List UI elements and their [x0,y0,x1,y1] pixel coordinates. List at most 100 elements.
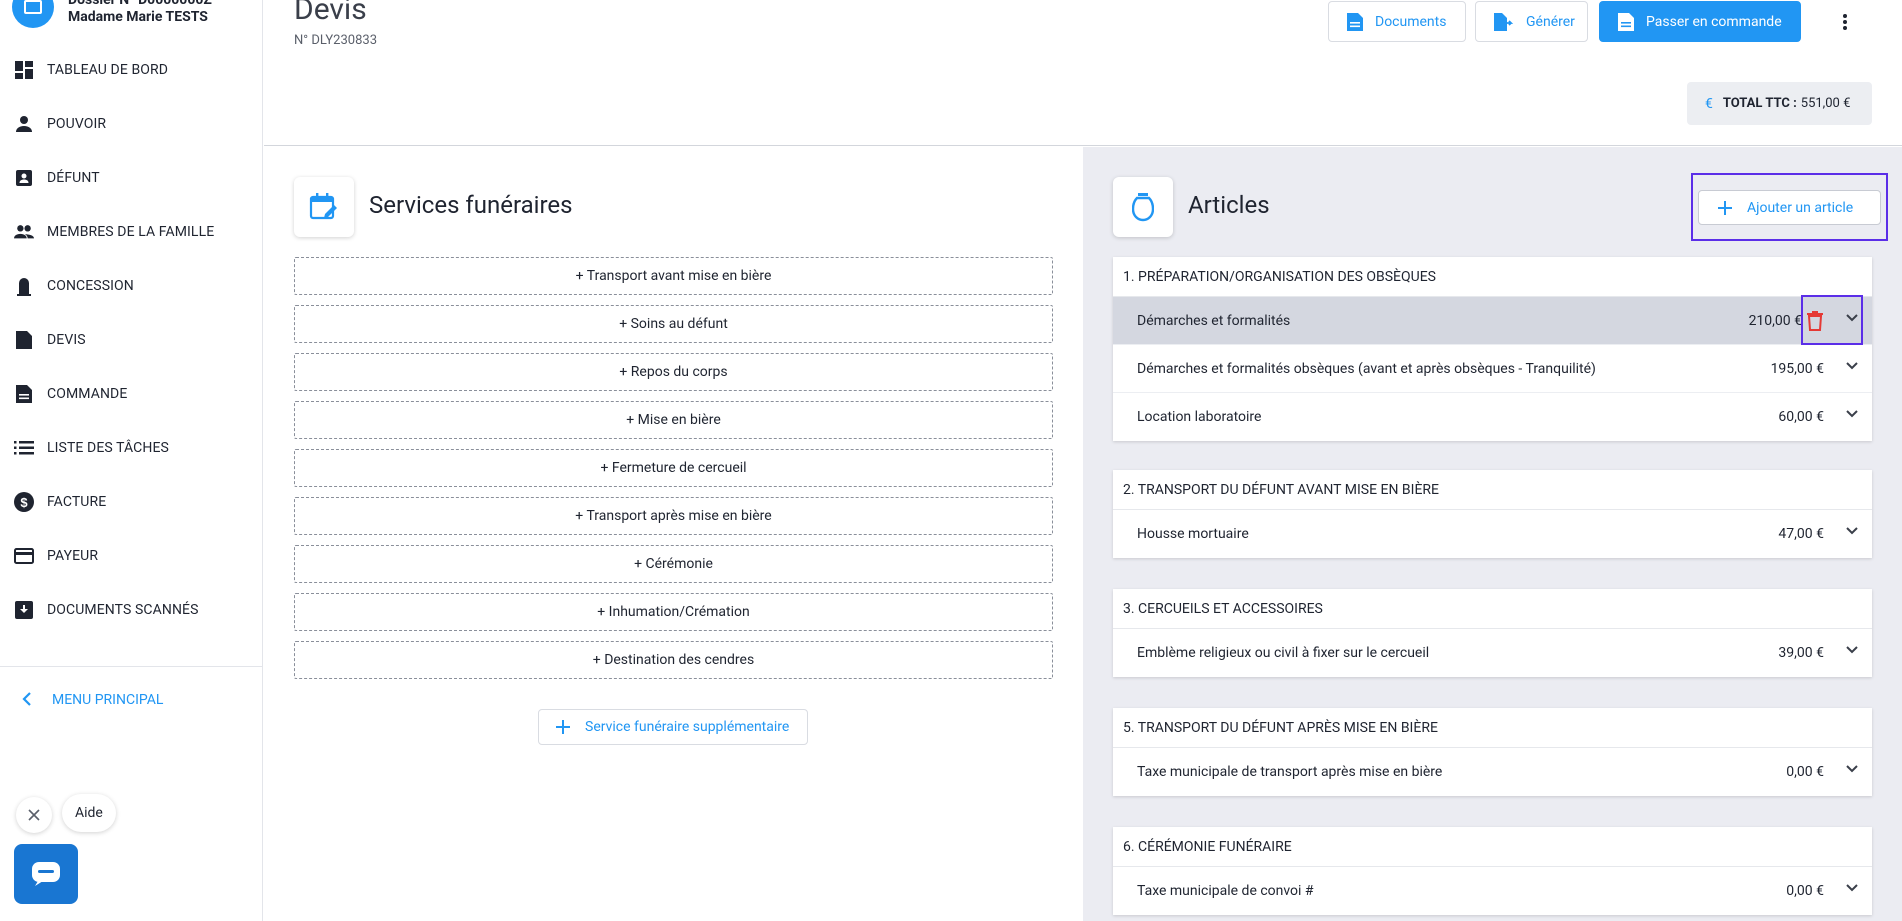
services-panel: Services funéraires + Transport avant mi… [264,147,1083,921]
tombstone-icon [14,276,34,296]
sidebar-item-membres[interactable]: MEMBRES DE LA FAMILLE [0,212,263,252]
article-group-title: 5. TRANSPORT DU DÉFUNT APRÈS MISE EN BIÈ… [1113,708,1872,748]
sidebar-item-commande[interactable]: COMMANDE [0,374,263,414]
close-icon [28,809,40,821]
article-price: 60,00 € [1778,409,1824,425]
service-row[interactable]: + Destination des cendres [294,641,1053,679]
article-group-title: 6. CÉRÉMONIE FUNÉRAIRE [1113,827,1872,867]
documents-button[interactable]: Documents [1328,1,1466,42]
total-label: TOTAL TTC : [1722,96,1797,111]
add-service-button[interactable]: Service funéraire supplémentaire [538,709,808,745]
sidebar-item-defunt[interactable]: DÉFUNT [0,158,263,198]
article-name: Housse mortuaire [1137,526,1249,542]
contact-card-icon [14,168,34,188]
articles-panel: Articles Ajouter un article 1. PRÉPARATI… [1083,147,1902,921]
article-name: Taxe municipale de convoi # [1137,883,1314,899]
page-header: Devis N° DLY230833 Documents Générer Pas… [264,0,1902,146]
sidebar-item-label: PAYEUR [47,548,99,564]
service-row[interactable]: + Transport avant mise en bière [294,257,1053,295]
help-label: Aide [62,794,116,832]
chevron-down-icon[interactable] [1846,362,1858,370]
article-row[interactable]: Démarches et formalités 210,00 € [1113,295,1872,345]
article-row[interactable]: Taxe municipale de convoi # 0,00 € [1113,867,1872,915]
service-row[interactable]: + Transport après mise en bière [294,497,1053,535]
service-row[interactable]: + Mise en bière [294,401,1053,439]
sidebar-item-taches[interactable]: LISTE DES TÂCHES [0,428,263,468]
service-row[interactable]: + Fermeture de cercueil [294,449,1053,487]
sidebar-item-label: POUVOIR [47,116,107,132]
passer-en-commande-button[interactable]: Passer en commande [1599,1,1801,42]
article-group: 5. TRANSPORT DU DÉFUNT APRÈS MISE EN BIÈ… [1113,708,1872,796]
article-group: 3. CERCUEILS ET ACCESSOIRES Emblème reli… [1113,589,1872,677]
more-options-button[interactable] [1831,8,1859,36]
documents-label: Documents [1375,13,1447,30]
service-row[interactable]: + Inhumation/Crémation [294,593,1053,631]
chevron-down-icon[interactable] [1846,884,1858,892]
service-row[interactable]: + Cérémonie [294,545,1053,583]
sidebar-item-pouvoir[interactable]: POUVOIR [0,104,263,144]
generer-button[interactable]: Générer [1475,1,1588,42]
generer-label: Générer [1526,13,1575,30]
article-group-title: 2. TRANSPORT DU DÉFUNT AVANT MISE EN BIÈ… [1113,470,1872,510]
sidebar-item-concession[interactable]: CONCESSION [0,266,263,306]
sidebar-item-facture[interactable]: $ FACTURE [0,482,263,522]
archive-icon [14,600,34,620]
user-name: Madame Marie TESTS [68,9,208,25]
article-name: Location laboratoire [1137,409,1262,425]
euro-icon: € [1705,95,1713,112]
add-article-button[interactable]: Ajouter un article [1698,190,1881,225]
sidebar: Dossier N° D0000000Z Madame Marie TESTS … [0,0,263,921]
article-row[interactable]: Location laboratoire 60,00 € [1113,393,1872,441]
article-row[interactable]: Housse mortuaire 47,00 € [1113,510,1872,558]
sidebar-item-label: LISTE DES TÂCHES [47,440,169,456]
article-name: Emblème religieux ou civil à fixer sur l… [1137,645,1430,661]
quote-number: N° DLY230833 [294,33,378,48]
services-title: Services funéraires [369,191,573,219]
sidebar-item-label: MEMBRES DE LA FAMILLE [47,224,215,240]
sidebar-item-label: COMMANDE [47,386,128,402]
article-name: Taxe municipale de transport après mise … [1137,764,1443,780]
article-price: 0,00 € [1786,883,1824,899]
calendar-edit-icon [294,177,354,237]
people-icon [14,222,34,242]
person-icon [14,114,34,134]
chevron-down-icon[interactable] [1846,527,1858,535]
article-row[interactable]: Taxe municipale de transport après mise … [1113,748,1872,796]
dashboard-icon [14,60,34,80]
add-service-label: Service funéraire supplémentaire [585,719,790,735]
urn-icon [1113,177,1173,237]
article-name: Démarches et formalités [1137,312,1291,329]
articles-title: Articles [1188,191,1270,219]
sidebar-item-tableau-de-bord[interactable]: TABLEAU DE BORD [0,50,263,90]
sidebar-item-documents-scannes[interactable]: DOCUMENTS SCANNÉS [0,590,263,630]
article-group-title: 3. CERCUEILS ET ACCESSOIRES [1113,589,1872,629]
sidebar-item-label: DÉFUNT [47,170,100,186]
article-group: 2. TRANSPORT DU DÉFUNT AVANT MISE EN BIÈ… [1113,470,1872,558]
sidebar-item-label: DOCUMENTS SCANNÉS [47,602,199,618]
help-chat-button[interactable] [14,844,78,904]
service-row[interactable]: + Repos du corps [294,353,1053,391]
chevron-down-icon[interactable] [1846,646,1858,654]
sidebar-divider [0,666,263,667]
sidebar-item-devis[interactable]: DEVIS [0,320,263,360]
file-icon [14,330,34,350]
article-price: 47,00 € [1778,526,1824,542]
chevron-down-icon[interactable] [1846,765,1858,773]
sidebar-item-label: DEVIS [47,332,86,348]
sidebar-item-payeur[interactable]: PAYEUR [0,536,263,576]
article-row[interactable]: Démarches et formalités obsèques (avant … [1113,345,1872,393]
add-article-label: Ajouter un article [1747,199,1854,216]
menu-principal-link[interactable]: MENU PRINCIPAL [0,680,263,720]
article-row[interactable]: Emblème religieux ou civil à fixer sur l… [1113,629,1872,677]
document-icon [1618,12,1634,32]
chevron-left-icon [22,691,32,710]
document-icon [14,384,34,404]
article-name: Démarches et formalités obsèques (avant … [1137,360,1596,377]
dollar-circle-icon: $ [14,492,34,512]
chat-icon [32,862,60,886]
plus-icon [1717,200,1733,216]
chevron-down-icon[interactable] [1846,410,1858,418]
dossier-number: Dossier N° D0000000Z [68,0,212,8]
service-row[interactable]: + Soins au défunt [294,305,1053,343]
help-close-button[interactable] [16,797,52,833]
